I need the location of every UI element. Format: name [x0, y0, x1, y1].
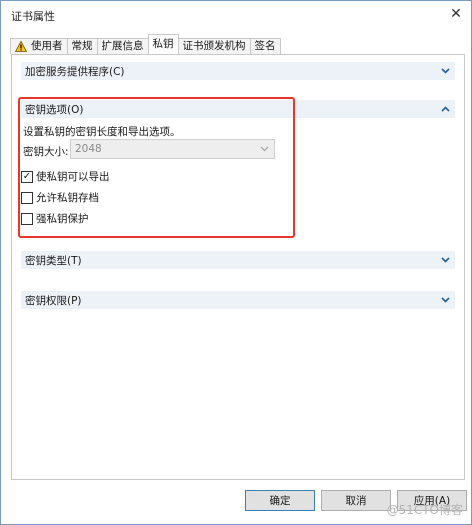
chevron-down-icon[interactable] — [438, 253, 452, 267]
certificate-properties-dialog: 证书属性 ✕ 使用者 常规 扩展信息 私钥 证书颁发机构 签名 加密服务提供程序… — [0, 0, 472, 525]
key-options-description: 设置私钥的密钥长度和导出选项。 — [23, 126, 181, 138]
key-size-select[interactable]: 2048 — [70, 139, 275, 159]
tab-general[interactable]: 常规 — [66, 38, 98, 54]
checkbox-label: 使私钥可以导出 — [36, 171, 110, 183]
tab-signature[interactable]: 签名 — [249, 38, 281, 54]
key-size-label: 密钥大小: — [23, 146, 69, 158]
exportable-option[interactable]: ✓ 使私钥可以导出 — [21, 169, 110, 184]
section-label: 密钥权限(P) — [25, 294, 82, 307]
chevron-down-icon — [257, 142, 271, 156]
strong-protection-option[interactable]: 强私钥保护 — [21, 211, 89, 226]
archive-option[interactable]: 允许私钥存档 — [21, 190, 99, 205]
section-label: 密钥类型(T) — [25, 254, 82, 267]
tab-extensions[interactable]: 扩展信息 — [96, 38, 149, 54]
strong-protection-checkbox[interactable] — [21, 212, 33, 225]
section-label: 加密服务提供程序(C) — [25, 65, 125, 78]
chevron-up-icon[interactable] — [438, 102, 452, 116]
section-key-options-header[interactable]: 密钥选项(O) — [21, 100, 455, 118]
warning-icon — [15, 41, 27, 52]
tab-strip: 使用者 常规 扩展信息 私钥 证书颁发机构 签名 — [10, 34, 281, 54]
chevron-down-icon[interactable] — [438, 64, 452, 78]
archive-checkbox[interactable] — [21, 191, 33, 204]
ok-button[interactable]: 确定 — [245, 490, 315, 511]
exportable-checkbox[interactable]: ✓ — [21, 170, 33, 183]
cancel-button[interactable]: 取消 — [321, 490, 391, 511]
tab-label: 私钥 — [152, 38, 174, 50]
section-label: 密钥选项(O) — [25, 103, 84, 116]
close-icon: ✕ — [450, 6, 462, 22]
tab-label: 使用者 — [31, 40, 63, 52]
title-bar: 证书属性 ✕ — [1, 1, 471, 28]
section-key-permissions-header[interactable]: 密钥权限(P) — [21, 291, 455, 309]
watermark-text: @51CTO博客 — [386, 503, 463, 517]
window-title: 证书属性 — [11, 10, 55, 23]
tab-label: 常规 — [71, 40, 93, 52]
close-button[interactable]: ✕ — [445, 3, 467, 25]
chevron-down-icon[interactable] — [438, 293, 452, 307]
section-key-type-header[interactable]: 密钥类型(T) — [21, 251, 455, 269]
key-size-value: 2048 — [75, 143, 102, 155]
tab-certification-authority[interactable]: 证书颁发机构 — [177, 38, 251, 54]
checkbox-label: 允许私钥存档 — [36, 192, 99, 204]
checkbox-label: 强私钥保护 — [36, 213, 89, 225]
private-key-panel: 加密服务提供程序(C) 密钥选项(O) 设置私钥的密钥长度和导出选项。 密钥大小… — [11, 54, 465, 480]
tab-label: 扩展信息 — [101, 40, 144, 52]
section-csp-header[interactable]: 加密服务提供程序(C) — [21, 62, 455, 80]
tab-subject[interactable]: 使用者 — [10, 38, 68, 54]
tab-label: 证书颁发机构 — [182, 40, 246, 52]
tab-label: 签名 — [254, 40, 276, 52]
tab-private-key[interactable]: 私钥 — [147, 34, 179, 54]
